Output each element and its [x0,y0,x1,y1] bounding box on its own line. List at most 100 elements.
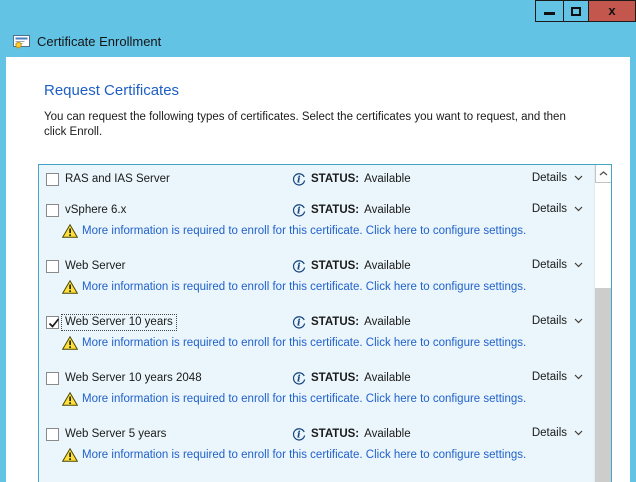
scroll-up-button[interactable] [595,165,611,183]
info-icon: i [292,203,306,217]
warning-link[interactable]: More information is required to enroll f… [82,449,526,461]
details-label: Details [532,203,567,215]
certificate-list-item: Web Server i STATUS: Available Details [39,257,594,298]
certificate-label[interactable]: RAS and IAS Server [62,172,173,187]
certificate-row: Web Server 10 years 2048 i STATUS: Avail… [39,369,594,389]
chevron-down-icon [574,262,583,268]
certificate-checkbox[interactable] [46,372,59,385]
minimize-button[interactable] [535,0,564,22]
chevron-down-icon [574,374,583,380]
chevron-down-icon [574,430,583,436]
status-value: Available [364,260,410,272]
certificate-checkbox[interactable] [46,173,59,186]
certificate-list-item: Web Server 10 years i STATUS: Available … [39,313,594,354]
certificate-label[interactable]: vSphere 6.x [62,203,129,218]
certificate-row: Web Server 10 years i STATUS: Available … [39,313,594,333]
status-group: i STATUS: Available [292,172,411,186]
info-icon: i [292,315,306,329]
checkmark-icon [47,316,61,330]
details-toggle[interactable]: Details [532,315,583,327]
status-value: Available [364,173,410,185]
svg-text:i: i [297,318,301,329]
status-label: STATUS: [311,428,359,440]
details-toggle[interactable]: Details [532,203,583,215]
certificate-label[interactable]: Web Server 5 years [62,427,169,442]
certificate-list-item: vSphere 6.x i STATUS: Available Details [39,201,594,242]
details-label: Details [532,427,567,439]
scrollbar[interactable] [594,165,611,482]
info-icon: i [292,427,306,441]
page-title: Request Certificates [44,82,179,99]
warning-link[interactable]: More information is required to enroll f… [82,225,526,237]
certificate-row: Web Server 5 years i STATUS: Available D… [39,425,594,445]
maximize-button[interactable] [563,0,589,22]
certificate-enrollment-window: x Certificate Enrollment Request Certifi… [0,0,636,482]
warning-link[interactable]: More information is required to enroll f… [82,337,526,349]
certificate-row: vSphere 6.x i STATUS: Available Details [39,201,594,221]
titlebar[interactable]: x Certificate Enrollment [0,0,636,57]
svg-text:i: i [297,374,301,385]
warning-row: More information is required to enroll f… [39,222,594,242]
status-label: STATUS: [311,173,359,185]
certificate-label[interactable]: Web Server 10 years [62,315,176,330]
chevron-down-icon [574,206,583,212]
scrollbar-thumb[interactable] [595,288,611,482]
details-toggle[interactable]: Details [532,172,583,184]
certificate-list-item: RAS and IAS Server i STATUS: Available D… [39,170,594,190]
warning-icon [62,280,78,299]
certificate-row: Web Server i STATUS: Available Details [39,257,594,277]
warning-row: More information is required to enroll f… [39,446,594,466]
window-controls: x [536,0,636,22]
details-toggle[interactable]: Details [532,259,583,271]
chevron-down-icon [574,318,583,324]
svg-text:i: i [297,206,301,217]
status-value: Available [364,372,410,384]
info-icon: i [292,172,306,186]
svg-text:i: i [297,175,301,186]
svg-text:i: i [297,430,301,441]
status-value: Available [364,316,410,328]
info-icon: i [292,371,306,385]
status-value: Available [364,204,410,216]
details-label: Details [532,315,567,327]
details-label: Details [532,259,567,271]
certificate-checkbox[interactable] [46,316,59,329]
svg-text:i: i [297,262,301,273]
chevron-up-icon [599,171,608,176]
details-toggle[interactable]: Details [532,427,583,439]
certificate-list-item: Web Server 10 years 2048 i STATUS: Avail… [39,369,594,410]
certificate-checkbox[interactable] [46,204,59,217]
status-label: STATUS: [311,372,359,384]
status-group: i STATUS: Available [292,371,411,385]
certificate-row: RAS and IAS Server i STATUS: Available D… [39,170,594,190]
warning-link[interactable]: More information is required to enroll f… [82,393,526,405]
certificate-list-item: Web Server 5 years i STATUS: Available D… [39,425,594,466]
details-toggle[interactable]: Details [532,371,583,383]
window-title: Certificate Enrollment [37,34,161,49]
minimize-icon [544,12,555,15]
wizard-content: Request Certificates You can request the… [6,57,630,482]
details-label: Details [532,371,567,383]
certificate-checkbox[interactable] [46,260,59,273]
status-label: STATUS: [311,204,359,216]
certificate-list: RAS and IAS Server i STATUS: Available D… [38,164,612,482]
details-label: Details [532,172,567,184]
chevron-down-icon [574,175,583,181]
status-group: i STATUS: Available [292,259,411,273]
status-label: STATUS: [311,316,359,328]
status-value: Available [364,428,410,440]
warning-icon [62,448,78,467]
warning-icon [62,392,78,411]
info-icon: i [292,259,306,273]
warning-row: More information is required to enroll f… [39,334,594,354]
close-button[interactable]: x [588,0,636,22]
certificate-label[interactable]: Web Server 10 years 2048 [62,371,205,386]
page-description: You can request the following types of c… [44,110,566,140]
maximize-icon [571,7,581,16]
certificate-label[interactable]: Web Server [62,259,129,274]
status-group: i STATUS: Available [292,315,411,329]
warning-icon [62,336,78,355]
certificate-checkbox[interactable] [46,428,59,441]
warning-link[interactable]: More information is required to enroll f… [82,281,526,293]
status-group: i STATUS: Available [292,203,411,217]
